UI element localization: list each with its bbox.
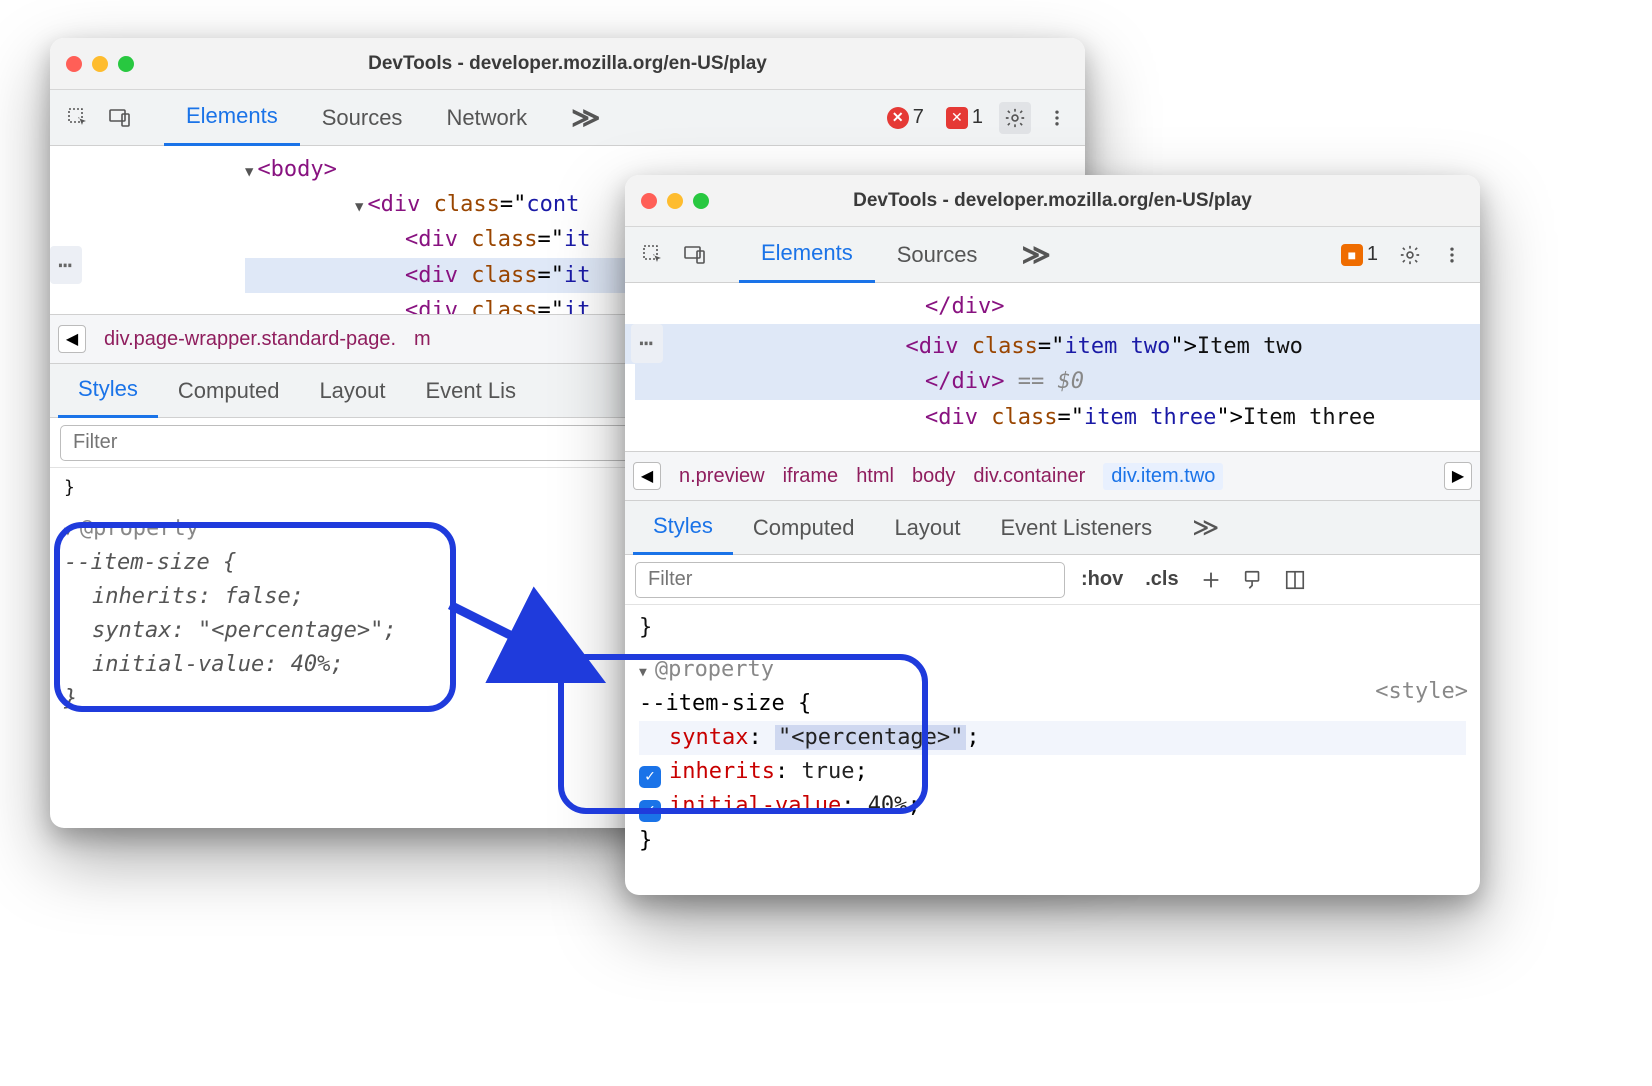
issue-icon: ■: [1341, 244, 1363, 266]
window-title: DevTools - developer.mozilla.org/en-US/p…: [50, 53, 1085, 75]
checkbox-icon[interactable]: ✓: [639, 766, 661, 788]
subtab-layout[interactable]: Layout: [299, 364, 405, 418]
tab-elements[interactable]: Elements: [164, 90, 300, 146]
tab-elements[interactable]: Elements: [739, 227, 875, 283]
more-tabs-icon[interactable]: ≫: [999, 227, 1072, 283]
paint-icon[interactable]: [1237, 564, 1269, 596]
minimize-icon[interactable]: [667, 193, 683, 209]
inspect-element-icon[interactable]: [637, 239, 669, 271]
breadcrumb-item[interactable]: iframe: [783, 465, 839, 488]
breadcrumb-next-icon[interactable]: ▶: [1444, 462, 1472, 490]
hov-toggle[interactable]: :hov: [1075, 568, 1129, 591]
style-source-link[interactable]: <style>: [1375, 675, 1468, 709]
close-icon[interactable]: [66, 56, 82, 72]
device-toggle-icon[interactable]: [104, 102, 136, 134]
subtab-event-listeners[interactable]: Event Listeners: [981, 501, 1173, 555]
new-style-rule-icon[interactable]: [1195, 564, 1227, 596]
cls-toggle[interactable]: .cls: [1139, 568, 1184, 591]
breadcrumbs: ◀ n.preview iframe html body div.contain…: [625, 451, 1480, 501]
breadcrumb-prev-icon[interactable]: ◀: [633, 462, 661, 490]
titlebar: DevTools - developer.mozilla.org/en-US/p…: [50, 38, 1085, 90]
maximize-icon[interactable]: [693, 193, 709, 209]
subtab-computed[interactable]: Computed: [158, 364, 300, 418]
tab-network[interactable]: Network: [424, 90, 549, 146]
device-toggle-icon[interactable]: [679, 239, 711, 271]
traffic-lights: [66, 56, 134, 72]
ellipsis-icon[interactable]: ⋯: [631, 324, 663, 362]
close-icon[interactable]: [641, 193, 657, 209]
css-rule: --item-size {: [639, 687, 1466, 721]
more-subtabs-icon[interactable]: ≫: [1172, 501, 1239, 555]
breadcrumb-item[interactable]: div.page-wrapper.standard-page.: [104, 328, 396, 351]
breadcrumb-item[interactable]: n.preview: [679, 465, 765, 488]
devtools-toolbar: Elements Sources ≫ ■ 1: [625, 227, 1480, 283]
computed-toggle-icon[interactable]: [1279, 564, 1311, 596]
issues-badge[interactable]: ✕ 1: [946, 106, 983, 129]
devtools-toolbar: Elements Sources Network ≫ ✕ 7 ✕ 1: [50, 90, 1085, 146]
tab-sources[interactable]: Sources: [300, 90, 425, 146]
annotation-arrow-icon: [440, 585, 620, 705]
subtab-styles[interactable]: Styles: [58, 364, 158, 418]
subtab-styles[interactable]: Styles: [633, 501, 733, 555]
breadcrumb-item[interactable]: body: [912, 465, 955, 488]
more-tabs-icon[interactable]: ≫: [549, 90, 622, 146]
breadcrumb-item[interactable]: m: [414, 328, 431, 351]
breadcrumb-item-active[interactable]: div.item.two: [1103, 463, 1223, 490]
breadcrumb-item[interactable]: div.container: [973, 465, 1085, 488]
checkbox-icon[interactable]: ✓: [639, 800, 661, 822]
errors-badge[interactable]: ✕ 7: [887, 106, 924, 129]
panel-tabs: Elements Sources ≫: [739, 227, 1073, 283]
filter-row: :hov .cls: [625, 555, 1480, 605]
subtab-computed[interactable]: Computed: [733, 501, 875, 555]
ellipsis-icon[interactable]: ⋯: [50, 246, 82, 284]
filter-input[interactable]: [635, 562, 1065, 598]
devtools-window-front: DevTools - developer.mozilla.org/en-US/p…: [625, 175, 1480, 895]
minimize-icon[interactable]: [92, 56, 108, 72]
breadcrumb-item[interactable]: html: [856, 465, 894, 488]
inspect-element-icon[interactable]: [62, 102, 94, 134]
traffic-lights: [641, 193, 709, 209]
window-title: DevTools - developer.mozilla.org/en-US/p…: [625, 190, 1480, 212]
subtab-layout[interactable]: Layout: [874, 501, 980, 555]
dom-tree[interactable]: </div> ⋯<div class="item two">Item two <…: [625, 283, 1480, 451]
kebab-menu-icon[interactable]: [1041, 102, 1073, 134]
kebab-menu-icon[interactable]: [1436, 239, 1468, 271]
settings-icon[interactable]: [999, 102, 1031, 134]
breadcrumb-prev-icon[interactable]: ◀: [58, 325, 86, 353]
titlebar: DevTools - developer.mozilla.org/en-US/p…: [625, 175, 1480, 227]
styles-subtabs: Styles Computed Layout Event Listeners ≫: [625, 501, 1480, 555]
issues-badge[interactable]: ■ 1: [1341, 243, 1378, 266]
panel-tabs: Elements Sources Network ≫: [164, 90, 622, 146]
maximize-icon[interactable]: [118, 56, 134, 72]
settings-icon[interactable]: [1394, 239, 1426, 271]
error-icon: ✕: [887, 107, 909, 129]
at-property-header[interactable]: @property: [639, 653, 1466, 687]
styles-panel[interactable]: } @property <style> --item-size { syntax…: [625, 605, 1480, 872]
tab-sources[interactable]: Sources: [875, 227, 1000, 283]
subtab-event-listeners[interactable]: Event Lis: [406, 364, 537, 418]
issue-icon: ✕: [946, 107, 968, 129]
